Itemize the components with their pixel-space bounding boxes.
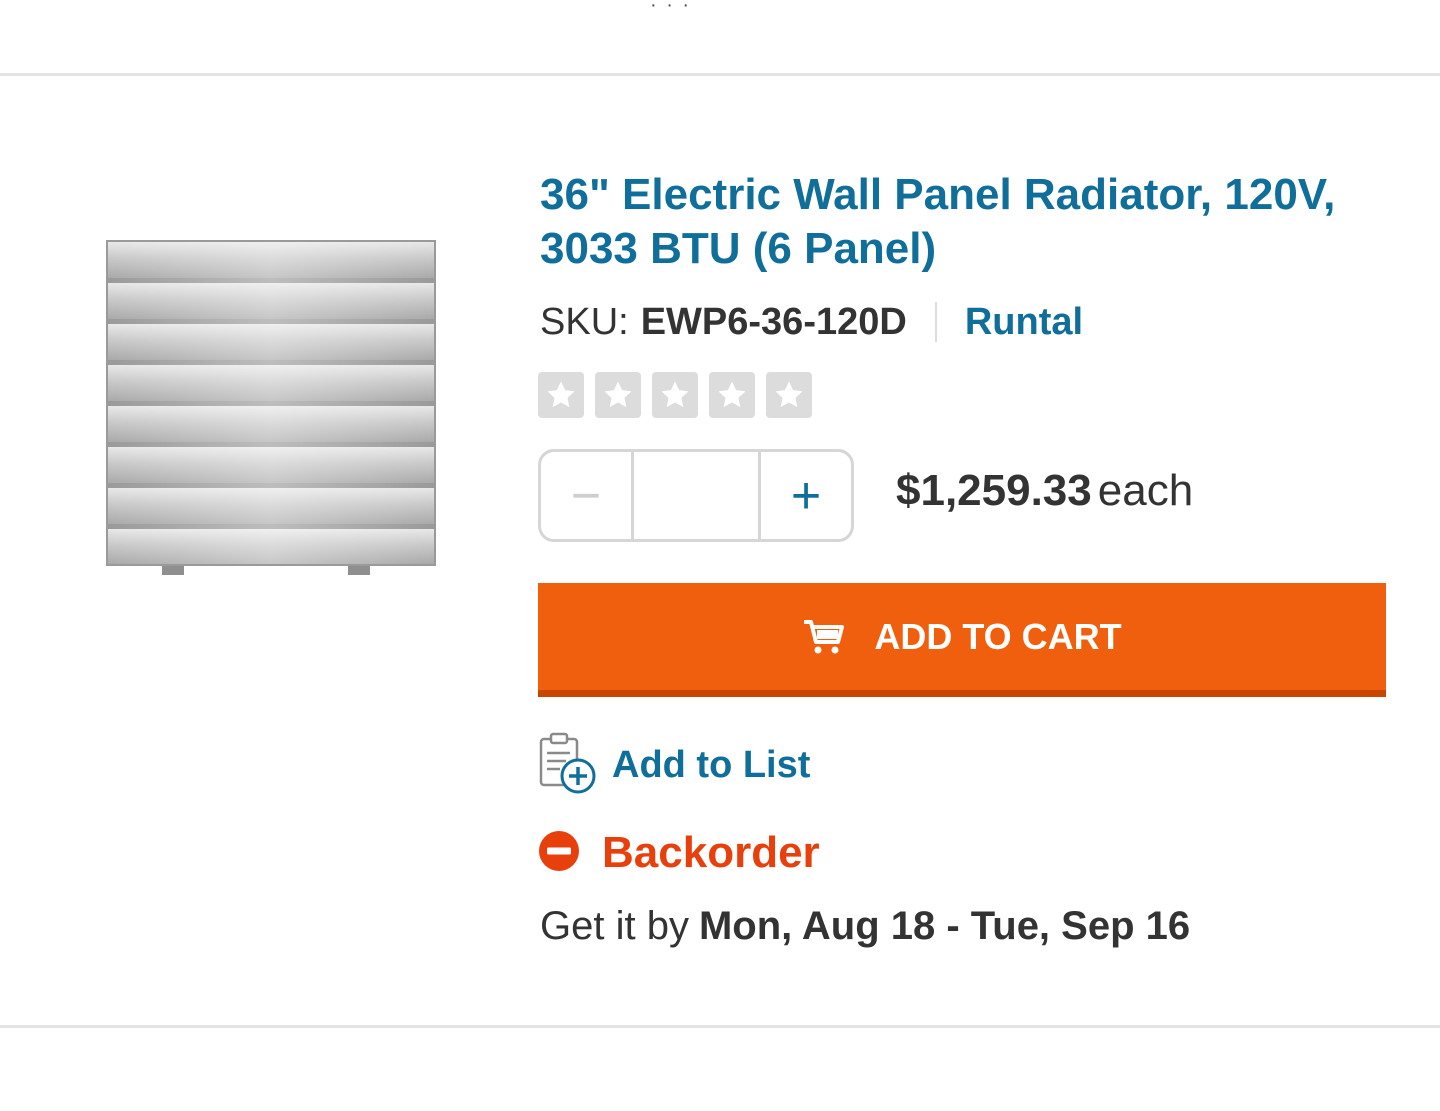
quantity-decrease-button[interactable]: −: [541, 452, 634, 539]
star-icon: [538, 372, 584, 418]
cart-icon: [802, 618, 845, 656]
product-image[interactable]: [100, 236, 445, 661]
price-unit: each: [1097, 466, 1194, 515]
price-amount: $1,259.33: [896, 466, 1092, 515]
brand-link[interactable]: Runtal: [965, 301, 1083, 344]
star-icon: [595, 372, 641, 418]
stock-status: Backorder: [538, 828, 820, 878]
clipboard-add-icon: [538, 731, 598, 800]
stock-status-label: Backorder: [602, 828, 820, 877]
delivery-estimate: Get it by Mon, Aug 18 - Tue, Sep 16: [540, 904, 1190, 949]
product-card: 36" Electric Wall Panel Radiator, 120V, …: [0, 76, 1440, 1028]
delivery-prefix: Get it by: [540, 904, 689, 948]
cropped-text-fragment: · · ·: [650, 0, 692, 16]
star-icon: [709, 372, 755, 418]
delivery-dates: Mon, Aug 18 - Tue, Sep 16: [698, 904, 1191, 948]
quantity-input[interactable]: [634, 452, 758, 539]
star-icon: [766, 372, 812, 418]
previous-product-divider: · · ·: [0, 0, 1440, 76]
sku-value: EWP6-36-120D: [640, 300, 907, 343]
price: $1,259.33 each: [896, 464, 1193, 518]
add-to-cart-label: ADD TO CART: [874, 615, 1122, 657]
quantity-stepper: − +: [538, 449, 854, 542]
divider: [934, 302, 937, 342]
star-icon: [652, 372, 698, 418]
add-to-cart-button[interactable]: ADD TO CART: [538, 583, 1386, 697]
sku-row: SKU: EWP6-36-120D Runtal: [540, 298, 1083, 346]
rating-stars[interactable]: [538, 372, 812, 418]
add-to-list-button[interactable]: Add to List: [538, 731, 810, 800]
minus-circle-icon: [538, 830, 580, 877]
add-to-list-label: Add to List: [612, 744, 811, 786]
product-title[interactable]: 36" Electric Wall Panel Radiator, 120V, …: [540, 168, 1400, 276]
quantity-increase-button[interactable]: +: [758, 452, 851, 539]
sku-label: SKU:: [540, 300, 629, 343]
